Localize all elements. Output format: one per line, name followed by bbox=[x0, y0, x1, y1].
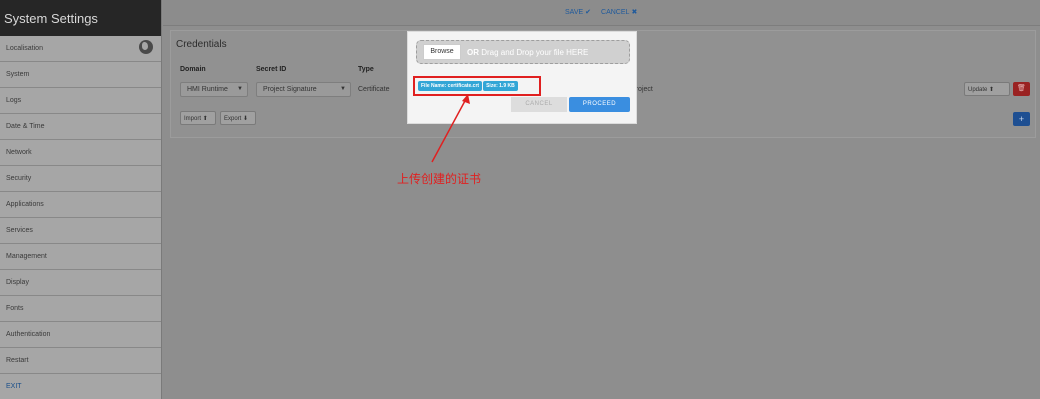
domain-value: HMI Runtime bbox=[187, 86, 228, 93]
dropzone-or: OR bbox=[467, 48, 479, 57]
header-secret-id: Secret ID bbox=[256, 66, 287, 73]
sidebar-item-system[interactable]: System bbox=[0, 62, 161, 88]
sidebar-item-network[interactable]: Network bbox=[0, 140, 161, 166]
proceed-button[interactable]: PROCEED bbox=[569, 97, 630, 112]
sidebar-item-display[interactable]: Display bbox=[0, 270, 161, 296]
dropzone-hint: Drag and Drop your file HERE bbox=[479, 48, 589, 57]
export-button[interactable]: Export ⬇ bbox=[220, 111, 256, 125]
browse-button[interactable]: Browse bbox=[423, 44, 461, 60]
panel-title: Credentials bbox=[176, 39, 227, 50]
sidebar-item-label: Restart bbox=[6, 357, 29, 364]
sidebar-item-label: Network bbox=[6, 149, 32, 156]
annotation-text: 上传创建的证书 bbox=[397, 172, 482, 186]
modal-cancel-button[interactable]: CANCEL bbox=[511, 97, 567, 112]
sidebar-item-fonts[interactable]: Fonts bbox=[0, 296, 161, 322]
secret-id-value: Project Signature bbox=[263, 86, 317, 93]
update-button[interactable]: Update ⬆ bbox=[964, 82, 1010, 96]
sidebar-item-label: Authentication bbox=[6, 331, 51, 338]
sidebar-item-exit[interactable]: EXIT bbox=[0, 374, 161, 399]
check-icon: ✔ bbox=[585, 9, 592, 16]
download-icon: ⬇ bbox=[243, 116, 249, 122]
upload-icon: ⬆ bbox=[202, 116, 208, 122]
sidebar-item-label: EXIT bbox=[6, 383, 22, 390]
add-button[interactable]: + bbox=[1013, 112, 1030, 126]
upload-icon: ⬆ bbox=[989, 87, 995, 93]
domain-select[interactable]: HMI Runtime ▼ bbox=[180, 82, 248, 97]
sidebar-item-label: System bbox=[6, 71, 30, 78]
sidebar-item-label: Display bbox=[6, 279, 29, 286]
sidebar-item-label: Services bbox=[6, 227, 33, 234]
sidebar-item-logs[interactable]: Logs bbox=[0, 88, 161, 114]
secret-id-select[interactable]: Project Signature ▼ bbox=[256, 82, 351, 97]
file-dropzone[interactable]: Browse OR Drag and Drop your file HERE bbox=[416, 40, 630, 64]
delete-button[interactable]: 🗑 bbox=[1013, 82, 1030, 96]
import-label: Import bbox=[184, 116, 202, 122]
sidebar-item-authentication[interactable]: Authentication bbox=[0, 322, 161, 348]
sidebar-item-security[interactable]: Security bbox=[0, 166, 161, 192]
sidebar-title: System Settings bbox=[0, 0, 161, 36]
header-domain: Domain bbox=[180, 66, 206, 73]
dropzone-text: OR Drag and Drop your file HERE bbox=[467, 48, 588, 57]
sidebar-item-services[interactable]: Services bbox=[0, 218, 161, 244]
cancel-label: CANCEL bbox=[601, 8, 630, 16]
sidebar: System Settings Localisation System Logs… bbox=[0, 0, 162, 399]
sidebar-item-label: Management bbox=[6, 253, 47, 260]
trash-icon: 🗑 bbox=[1017, 85, 1026, 92]
chevron-down-icon: ▼ bbox=[340, 86, 346, 92]
x-icon: ✖ bbox=[631, 9, 638, 16]
sidebar-item-label: Date & Time bbox=[6, 123, 45, 130]
import-button[interactable]: Import ⬆ bbox=[180, 111, 216, 125]
sidebar-item-restart[interactable]: Restart bbox=[0, 348, 161, 374]
sidebar-item-label: Localisation bbox=[6, 45, 43, 52]
type-value: Certificate bbox=[358, 86, 390, 93]
save-label: SAVE bbox=[565, 8, 584, 16]
sidebar-item-label: Applications bbox=[6, 201, 44, 208]
update-label: Update bbox=[968, 87, 988, 93]
header-type: Type bbox=[358, 66, 374, 73]
cancel-button[interactable]: CANCEL ✖ bbox=[601, 8, 638, 17]
sidebar-item-date-time[interactable]: Date & Time bbox=[0, 114, 161, 140]
annotation-highlight-box bbox=[413, 76, 541, 96]
sidebar-item-label: Security bbox=[6, 175, 32, 182]
sidebar-item-label: Fonts bbox=[6, 305, 24, 312]
sidebar-item-applications[interactable]: Applications bbox=[0, 192, 161, 218]
sidebar-item-label: Logs bbox=[6, 97, 22, 104]
sidebar-item-management[interactable]: Management bbox=[0, 244, 161, 270]
sidebar-item-localisation[interactable]: Localisation bbox=[0, 36, 161, 62]
globe-icon bbox=[139, 40, 153, 54]
top-bar: SAVE ✔ CANCEL ✖ bbox=[163, 0, 1040, 26]
save-button[interactable]: SAVE ✔ bbox=[565, 8, 592, 17]
chevron-down-icon: ▼ bbox=[237, 86, 243, 92]
export-label: Export bbox=[224, 116, 242, 122]
